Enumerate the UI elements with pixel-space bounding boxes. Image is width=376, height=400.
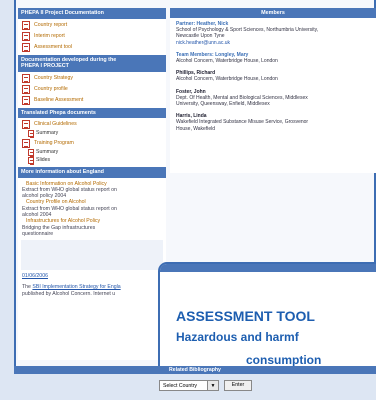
more-info-list: Basic Information on Alcohol Policy Extr… (18, 178, 166, 241)
news-text: The SBI Implementation Strategy for Engl… (18, 282, 166, 299)
member-affiliation: Alcohol Concern, Waterbridge House, Lond… (176, 76, 278, 83)
doc-link[interactable]: Interim report (34, 32, 65, 40)
doc-link[interactable]: Training Program (34, 139, 74, 147)
left-panel: PHEPA II Project Documentation Country r… (18, 8, 166, 360)
news-text-start: The (22, 284, 31, 291)
pdf-icon (22, 95, 30, 105)
pdf-icon (22, 84, 30, 94)
doc-clinical-summary[interactable]: Summary (18, 129, 166, 138)
info-text: questionnaire (22, 230, 54, 237)
members-panel: Members Partner: Heather, Nick School of… (170, 8, 376, 173)
pdf-icon (22, 42, 30, 52)
member-phillips: Phillips, Richard Alcohol Concern, Water… (170, 67, 376, 85)
pdf-icon (22, 139, 30, 148)
doc-interim-report[interactable]: Interim report (18, 30, 166, 41)
translated-header: Translated Phepa documents (18, 107, 166, 118)
pdf-icon (28, 148, 34, 157)
member-affiliation: Alcohol Concern, Waterbridge House, Lond… (176, 58, 278, 65)
spacer (21, 240, 163, 271)
pdf-icon (22, 31, 30, 41)
doc-training-summary[interactable]: Summary (18, 148, 166, 157)
doc-link[interactable]: Country report (34, 21, 67, 29)
doc-link[interactable]: Summary (36, 148, 58, 156)
bibliography-header: Related Bibliography (14, 366, 376, 374)
news-text-end: published by Alcohol Concern. Internet u (22, 290, 116, 297)
doc-training-program[interactable]: Training Program (18, 137, 166, 148)
member-email-link[interactable]: nick.heather@unn.ac.uk (176, 40, 370, 46)
country-select[interactable]: Select Country ▼ (159, 380, 219, 391)
doc-link[interactable]: Assessment tool (34, 43, 72, 51)
member-harris: Harris, Linda Wakefield Integrated Subst… (170, 110, 376, 135)
doc-training-slides[interactable]: Slides (18, 156, 166, 165)
doc-clinical-guidelines[interactable]: Clinical Guidelines (18, 118, 166, 129)
news-link[interactable]: SBI Implementation Strategy for Engla (32, 284, 120, 290)
popup-titlebar (160, 264, 376, 272)
pdf-icon (28, 156, 34, 165)
member-affiliation: House, Wakefield (176, 125, 215, 132)
doc-link[interactable]: Baseline Assessment (34, 96, 83, 104)
project-docs-header: PHEPA II Project Documentation (18, 8, 166, 19)
assessment-title: ASSESSMENT TOOL (176, 308, 315, 324)
member-affiliation: University, Queensway, Enfield, Middlese… (176, 101, 270, 108)
member-team: Team Members: Longley, Mary Alcohol Conc… (170, 49, 376, 67)
members-header: Members (170, 8, 376, 18)
doc-assessment-tool[interactable]: Assessment tool (18, 41, 166, 52)
country-select-value: Select Country (163, 383, 198, 389)
doc-country-report[interactable]: Country report (18, 19, 166, 30)
doc-link[interactable]: Clinical Guidelines (34, 120, 77, 128)
assessment-subtitle-line1: Hazardous and harmf (176, 330, 299, 344)
doc-link[interactable]: Slides (36, 156, 50, 164)
doc-country-profile[interactable]: Country profile (18, 83, 166, 94)
phepa1-header: Documentation developed during the PHEPA… (18, 54, 166, 72)
enter-button[interactable]: Enter (224, 380, 252, 391)
doc-link[interactable]: Country Strategy (34, 74, 73, 82)
pdf-icon (22, 120, 30, 129)
pdf-icon (22, 73, 30, 83)
pdf-icon (28, 129, 34, 138)
doc-country-strategy[interactable]: Country Strategy (18, 72, 166, 83)
member-foster: Foster, John Dept. Of Health, Mental and… (170, 86, 376, 111)
news-date[interactable]: 01/06/2006 (18, 270, 166, 282)
chevron-down-icon[interactable]: ▼ (207, 381, 218, 390)
phepa1-header-line2: PHEPA I PROJECT (21, 63, 69, 69)
more-info-header: More information about England (18, 167, 166, 178)
doc-link[interactable]: Country profile (34, 85, 68, 93)
assessment-subtitle-line2: consumption (246, 353, 322, 367)
pdf-icon (22, 20, 30, 30)
country-select-bar: Select Country ▼ Enter (14, 374, 376, 400)
doc-baseline-assessment[interactable]: Baseline Assessment (18, 94, 166, 105)
member-partner: Partner: Heather, Nick School of Psychol… (170, 18, 376, 49)
doc-link[interactable]: Summary (36, 129, 58, 137)
